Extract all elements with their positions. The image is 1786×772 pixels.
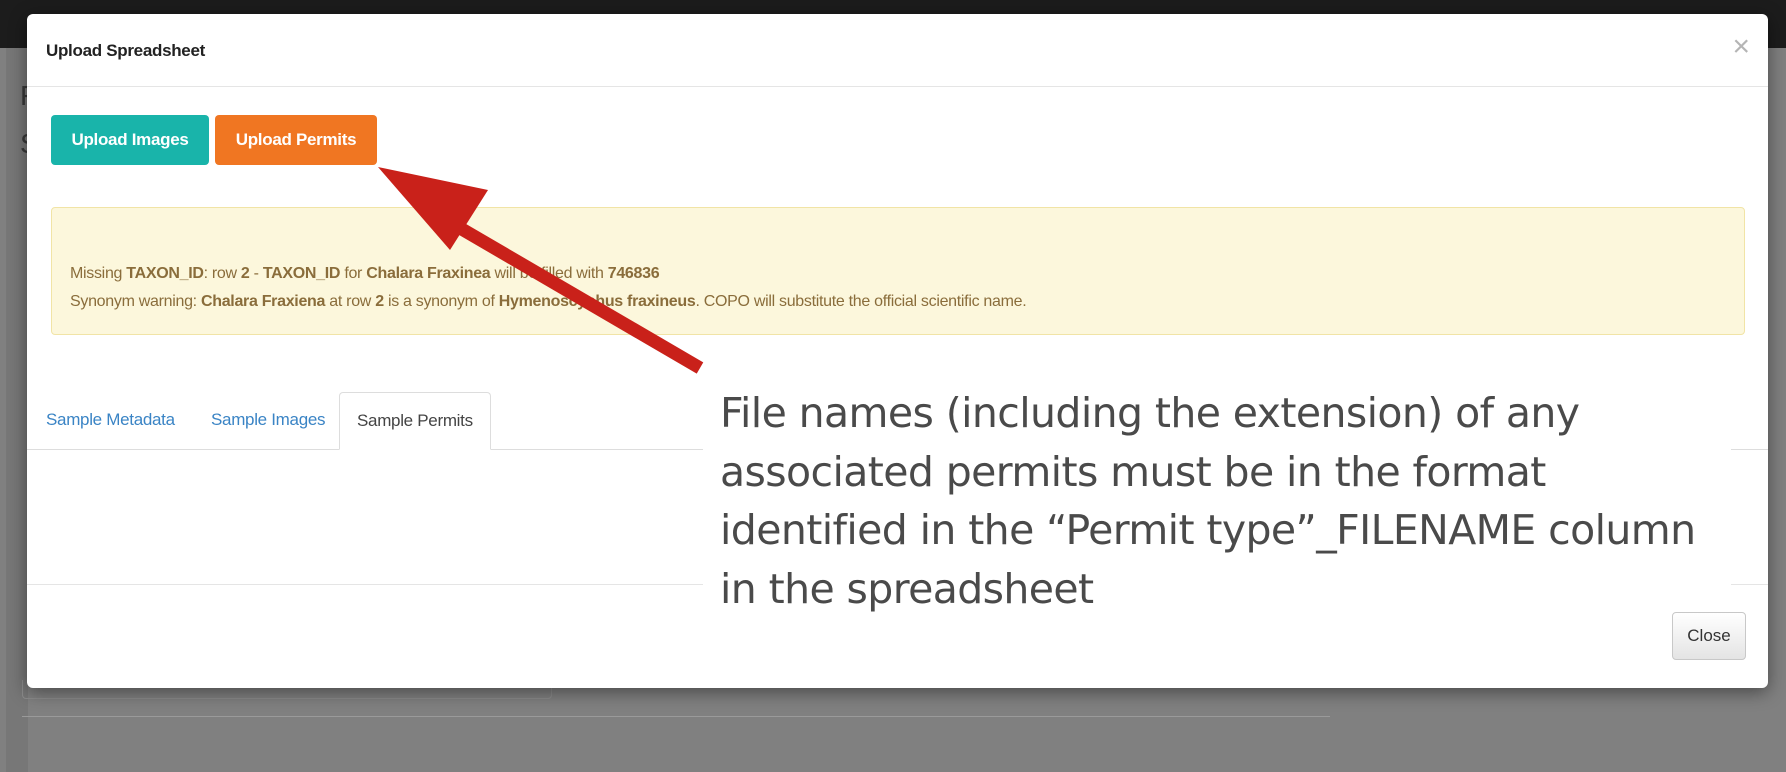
arrow-shaft bbox=[444, 215, 704, 374]
red-arrow-icon bbox=[378, 167, 704, 374]
